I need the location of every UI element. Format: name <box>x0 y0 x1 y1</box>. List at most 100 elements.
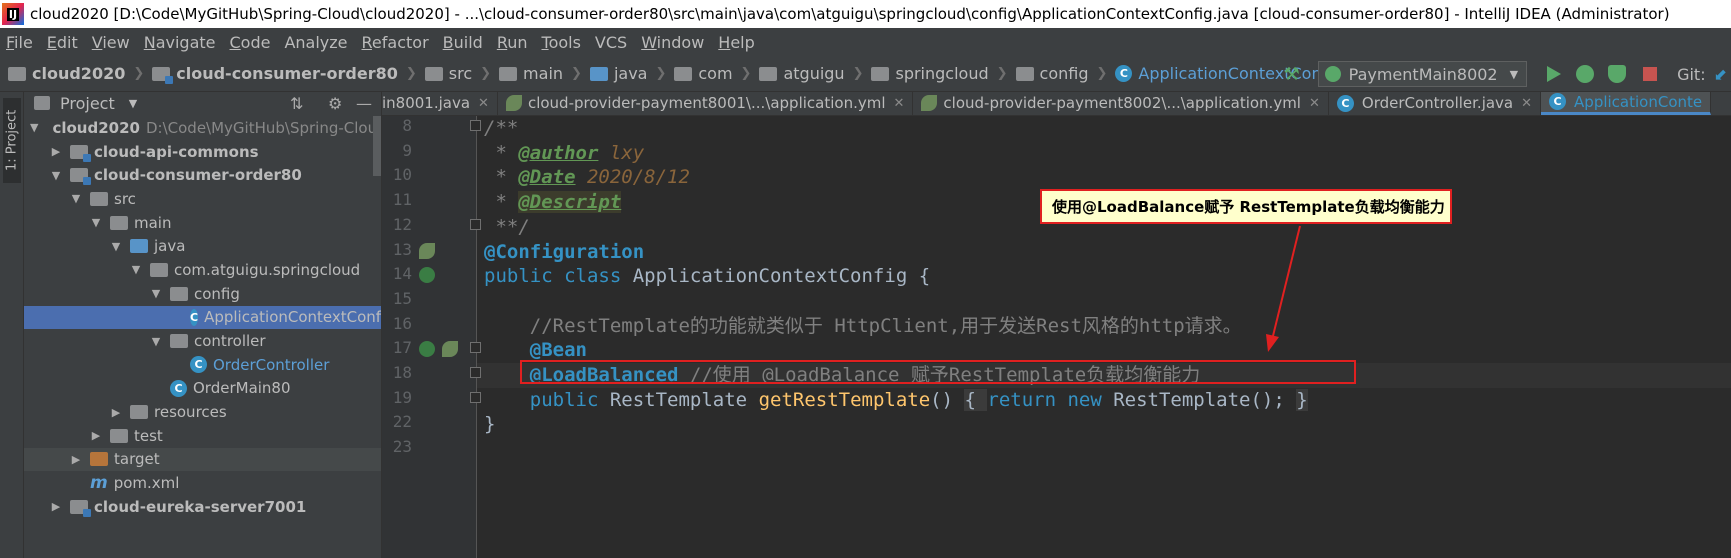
tree-item-package[interactable]: ▼ com.atguigu.springcloud <box>24 258 381 282</box>
menu-item-navigate[interactable]: Navigate <box>138 33 224 52</box>
menu-item-edit[interactable]: Edit <box>41 33 86 52</box>
tree-item-controller[interactable]: ▼ controller <box>24 329 381 353</box>
line-number: 11 <box>392 190 412 210</box>
spring-bean-gutter-icon[interactable] <box>419 243 435 259</box>
menu-item-code[interactable]: Code <box>224 33 279 52</box>
tab-ordercontroller[interactable]: C OrderController.java ✕ <box>1329 92 1542 115</box>
menu-item-run[interactable]: Run <box>491 33 536 52</box>
tree-item-ordercontroller[interactable]: C OrderController <box>24 353 381 377</box>
fold-marker-icon[interactable] <box>470 342 481 353</box>
expand-arrow-icon[interactable]: ▼ <box>110 240 122 253</box>
expand-arrow-icon[interactable]: ▼ <box>130 263 142 276</box>
spring-bean-gutter-icon[interactable] <box>442 341 458 357</box>
tree-item-ordermain80[interactable]: C OrderMain80 <box>24 377 381 401</box>
line-number: 18 <box>392 363 412 382</box>
code-line-11: * @Descript <box>484 191 622 214</box>
fold-marker-icon[interactable] <box>470 120 481 131</box>
class-icon: C <box>190 308 199 326</box>
breadcrumb-springcloud[interactable]: springcloud ❯ <box>867 64 1011 83</box>
project-tool-button[interactable]: 1: Project <box>3 98 21 183</box>
close-icon[interactable]: ✕ <box>1309 96 1320 111</box>
collapse-arrow-icon[interactable]: ▶ <box>50 145 62 158</box>
navigate-gutter-icon[interactable] <box>419 341 435 357</box>
collapse-arrow-icon[interactable]: ▶ <box>110 406 122 419</box>
stop-icon[interactable] <box>1643 67 1658 81</box>
coverage-icon[interactable] <box>1608 65 1627 83</box>
spring-leaf-icon <box>921 95 938 111</box>
tree-item-java[interactable]: ▼ java <box>24 234 381 258</box>
breadcrumb-atguigu[interactable]: atguigu ❯ <box>755 64 867 83</box>
menu-item-view[interactable]: View <box>86 33 138 52</box>
line-number: 16 <box>392 313 412 333</box>
fold-marker-icon[interactable] <box>470 367 481 378</box>
run-configuration-select[interactable]: PaymentMain8002 ▼ <box>1317 61 1528 87</box>
breadcrumb-cloud2020[interactable]: cloud2020 ❯ <box>0 64 148 83</box>
fold-marker-icon[interactable] <box>470 219 481 230</box>
git-update-icon[interactable]: ⬋ <box>1714 65 1727 84</box>
menu-item-build[interactable]: Build <box>437 33 491 52</box>
breadcrumb-main[interactable]: main ❯ <box>495 64 586 83</box>
fold-marker-icon[interactable] <box>470 392 481 403</box>
line-number: 23 <box>392 437 412 457</box>
breadcrumb-com[interactable]: com ❯ <box>670 64 755 83</box>
close-icon[interactable]: ✕ <box>894 96 905 111</box>
tree-item-applicationcontextconfig[interactable]: C ApplicationContextConfig <box>24 305 381 330</box>
menu-item-refactor[interactable]: Refactor <box>356 33 437 52</box>
expand-arrow-icon[interactable]: ▼ <box>50 169 62 182</box>
gear-icon[interactable]: ⚙ <box>328 94 342 113</box>
tab-application-yml-8002[interactable]: cloud-provider-payment8002\...\applicati… <box>913 92 1329 115</box>
menu-item-help[interactable]: Help <box>712 33 762 52</box>
tree-item-resources[interactable]: ▶ resources <box>24 400 381 424</box>
build-hammer-icon[interactable]: ⚒ <box>1284 64 1304 85</box>
collapse-arrow-icon[interactable]: ▶ <box>70 453 82 466</box>
tree-item-pom[interactable]: m pom.xml <box>24 471 381 495</box>
tree-scrollbar[interactable] <box>373 116 381 176</box>
code-line-16: //RestTemplate的功能就类似于 HttpClient,用于发送Res… <box>484 314 1242 337</box>
expand-arrow-icon[interactable]: ▼ <box>70 192 82 205</box>
project-panel-title[interactable]: Project <box>60 94 115 113</box>
spring-config-gutter-icon[interactable] <box>419 267 435 283</box>
class-icon: C <box>1549 93 1567 110</box>
tree-item-main[interactable]: ▼ main <box>24 211 381 235</box>
chevron-down-icon[interactable]: ▼ <box>129 97 137 110</box>
folder-icon <box>34 96 50 110</box>
expand-arrow-icon[interactable]: ▼ <box>150 287 162 300</box>
close-icon[interactable]: ✕ <box>1521 96 1532 111</box>
spring-leaf-icon <box>505 95 522 111</box>
close-icon[interactable]: ✕ <box>478 96 489 111</box>
run-icon[interactable] <box>1547 66 1562 82</box>
source-folder-icon <box>589 66 608 81</box>
code-editor[interactable]: 8 9 10 11 12 13 14 15 16 17 18 19 22 23 … <box>382 116 1731 558</box>
menu-item-tools[interactable]: Tools <box>536 33 589 52</box>
tree-item-test[interactable]: ▶ test <box>24 424 381 448</box>
left-tool-strip: 1: Project <box>0 92 24 558</box>
menu-item-window[interactable]: Window <box>635 33 712 52</box>
collapse-arrow-icon[interactable]: ▶ <box>50 500 62 513</box>
menu-item-analyze[interactable]: Analyze <box>278 33 355 52</box>
expand-arrow-icon[interactable]: ▼ <box>150 335 162 348</box>
tree-item-target[interactable]: ▶ target <box>24 447 381 472</box>
breadcrumb-module[interactable]: cloud-consumer-order80 ❯ <box>148 64 421 84</box>
tree-item-cloud-api-commons[interactable]: ▶ cloud-api-commons <box>24 140 381 164</box>
tree-item-src[interactable]: ▼ src <box>24 187 381 211</box>
collapse-arrow-icon[interactable]: ▶ <box>90 429 102 442</box>
tree-item-cloud2020[interactable]: ▼ cloud2020 D:\Code\MyGitHub\Spring-Cloud\… <box>24 116 381 140</box>
collapse-all-icon[interactable]: ⇅ <box>290 94 303 113</box>
hide-icon[interactable]: — <box>356 94 372 113</box>
tab-applicationcontextconfig[interactable]: C ApplicationConte <box>1541 92 1712 115</box>
tree-item-config[interactable]: ▼ config <box>24 282 381 306</box>
debug-icon[interactable] <box>1576 65 1595 83</box>
menu-item-file[interactable]: File <box>0 33 41 52</box>
breadcrumb-config[interactable]: config ❯ <box>1012 64 1112 83</box>
breadcrumb-src[interactable]: src ❯ <box>421 64 495 83</box>
breadcrumb-java[interactable]: java ❯ <box>586 64 670 83</box>
class-icon: C <box>1336 94 1354 112</box>
tab-application-yml-8001[interactable]: cloud-provider-payment8001\...\applicati… <box>498 92 914 115</box>
tab-paymentmain8001[interactable]: in8001.java ✕ <box>382 92 498 115</box>
package-icon <box>674 66 693 81</box>
menu-item-vcs[interactable]: VCS <box>589 33 635 52</box>
expand-arrow-icon[interactable]: ▼ <box>90 216 102 229</box>
tree-item-cloud-consumer-order80[interactable]: ▼ cloud-consumer-order80 <box>24 163 381 187</box>
expand-arrow-icon[interactable]: ▼ <box>30 121 38 134</box>
tree-item-cloud-eureka-server7001[interactable]: ▶ cloud-eureka-server7001 <box>24 495 381 519</box>
